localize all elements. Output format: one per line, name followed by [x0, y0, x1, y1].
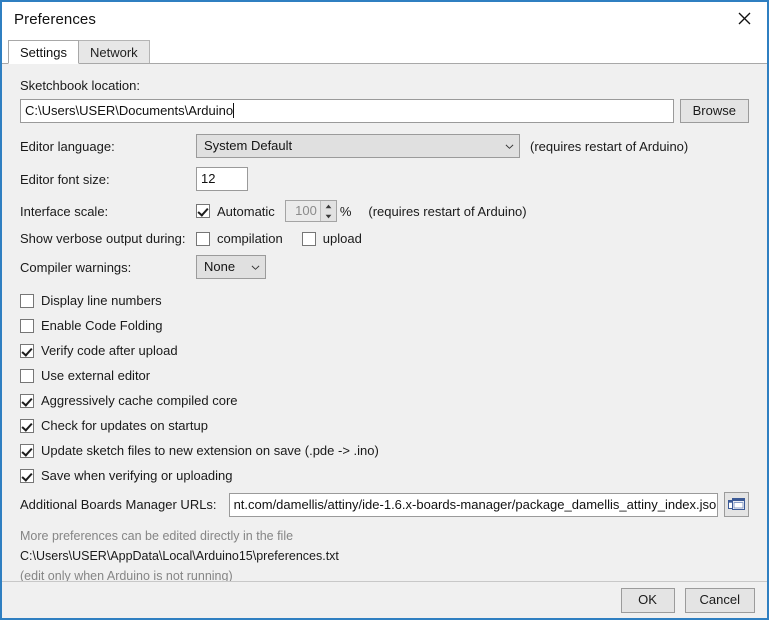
chevron-down-icon — [505, 144, 514, 149]
editor-language-label: Editor language: — [20, 138, 115, 154]
dialog-title: Preferences — [14, 11, 96, 28]
boards-manager-urls-row: Additional Boards Manager URLs: nt.com/d… — [20, 492, 749, 517]
stepper-up-icon[interactable] — [321, 201, 336, 211]
boards-manager-urls-label: Additional Boards Manager URLs: — [20, 497, 217, 512]
footer-note-line3: (edit only when Arduino is not running) — [20, 569, 233, 581]
interface-scale-percent-label: % — [339, 203, 352, 219]
option-checkbox[interactable] — [20, 368, 34, 383]
option-label: Verify code after upload — [41, 343, 178, 358]
interface-scale-label: Interface scale: — [20, 203, 109, 219]
dialog-button-bar: OK Cancel — [2, 581, 767, 618]
option-label: Use external editor — [41, 368, 151, 383]
option-label: Save when verifying or uploading — [41, 468, 233, 483]
compiler-warnings-value: None — [204, 259, 236, 274]
ok-button[interactable]: OK — [620, 587, 675, 613]
option-checkbox[interactable] — [20, 393, 34, 408]
verbose-upload-checkbox[interactable] — [301, 231, 316, 246]
option-row: Use external editor — [20, 363, 749, 388]
editor-font-size-input[interactable]: 12 — [196, 167, 248, 191]
editor-language-hint: (requires restart of Arduino) — [530, 138, 689, 154]
editor-language-value: System Default — [204, 138, 293, 153]
option-label: Update sketch files to new extension on … — [41, 443, 379, 458]
options-checkbox-list: Display line numbers Enable Code Folding V… — [20, 288, 749, 488]
compiler-warnings-label: Compiler warnings: — [20, 259, 132, 275]
option-row: Enable Code Folding — [20, 313, 749, 338]
option-row: Verify code after upload — [20, 338, 749, 363]
editor-font-size-label: Editor font size: — [20, 171, 110, 187]
sketchbook-location-row: C:\Users\USER\Documents\Arduino Browse — [20, 99, 749, 123]
verbose-upload-label: upload — [322, 231, 362, 246]
option-checkbox[interactable] — [20, 418, 34, 433]
preferences-dialog: Preferences Settings Network Sketchbook … — [0, 0, 769, 620]
option-row: Update sketch files to new extension on … — [20, 438, 749, 463]
text-caret — [233, 103, 235, 118]
settings-panel: Sketchbook location: C:\Users\USER\Docum… — [2, 63, 767, 581]
option-label: Enable Code Folding — [41, 318, 163, 333]
browse-button[interactable]: Browse — [679, 99, 749, 123]
option-checkbox[interactable] — [20, 468, 34, 483]
editor-language-select[interactable]: System Default — [196, 134, 520, 158]
verbose-output-label: Show verbose output during: — [20, 231, 186, 246]
cancel-button[interactable]: Cancel — [684, 587, 755, 613]
option-checkbox[interactable] — [20, 318, 34, 333]
option-row: Display line numbers — [20, 288, 749, 313]
footer-notes: More preferences can be edited directly … — [20, 526, 749, 581]
verbose-compilation-label: compilation — [217, 231, 283, 246]
option-row: Save when verifying or uploading — [20, 463, 749, 488]
option-label: Display line numbers — [41, 293, 162, 308]
option-label: Check for updates on startup — [41, 418, 208, 433]
editor-font-size-row: Editor font size: 12 — [20, 167, 749, 191]
option-checkbox[interactable] — [20, 343, 34, 358]
interface-scale-row: Interface scale: Automatic 100 % (requir… — [20, 200, 749, 222]
option-row: Aggressively cache compiled core — [20, 388, 749, 413]
chevron-down-icon — [251, 265, 260, 270]
interface-scale-value: 100 — [295, 203, 317, 218]
option-row: Check for updates on startup — [20, 413, 749, 438]
option-label: Aggressively cache compiled core — [41, 393, 238, 408]
interface-scale-hint: (requires restart of Arduino) — [368, 203, 527, 219]
boards-manager-urls-input[interactable]: nt.com/damellis/attiny/ide-1.6.x-boards-… — [228, 492, 718, 517]
verbose-output-row: Show verbose output during: compilation … — [20, 231, 749, 246]
stepper-down-icon[interactable] — [321, 211, 336, 221]
verbose-compilation-checkbox[interactable] — [196, 231, 210, 246]
interface-scale-stepper[interactable]: 100 — [284, 200, 337, 222]
footer-note-line1: More preferences can be edited directly … — [20, 529, 294, 543]
option-checkbox[interactable] — [20, 293, 34, 308]
close-icon[interactable] — [721, 2, 767, 35]
sketchbook-location-value: C:\Users\USER\Documents\Arduino — [25, 103, 234, 118]
tab-bar: Settings Network — [2, 37, 767, 64]
editor-language-row: Editor language: System Default (require… — [20, 134, 749, 158]
tab-settings[interactable]: Settings — [8, 40, 79, 64]
option-checkbox[interactable] — [20, 443, 34, 458]
interface-scale-automatic-label: Automatic — [217, 203, 275, 219]
open-window-icon[interactable] — [724, 492, 749, 517]
stepper-buttons — [319, 201, 336, 221]
footer-note-path: C:\Users\USER\AppData\Local\Arduino15\pr… — [20, 549, 339, 563]
tab-network[interactable]: Network — [77, 40, 150, 64]
compiler-warnings-select[interactable]: None — [196, 255, 266, 279]
sketchbook-location-input[interactable]: C:\Users\USER\Documents\Arduino — [20, 99, 674, 123]
sketchbook-location-label: Sketchbook location: — [20, 78, 140, 93]
compiler-warnings-row: Compiler warnings: None — [20, 255, 749, 279]
interface-scale-automatic-checkbox[interactable] — [196, 204, 210, 218]
title-bar: Preferences — [2, 2, 767, 37]
